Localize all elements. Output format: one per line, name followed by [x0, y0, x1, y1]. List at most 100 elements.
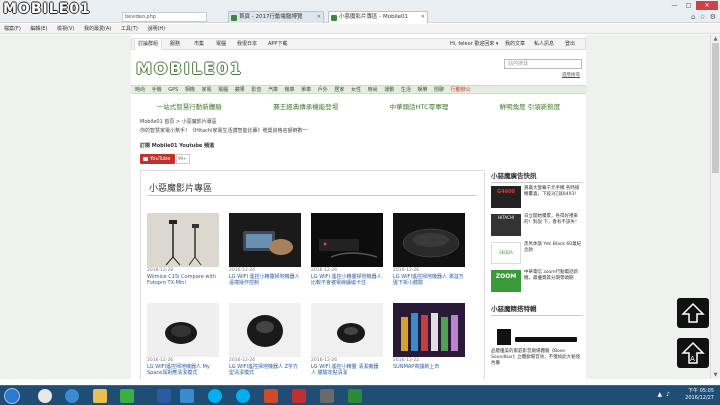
video-title[interactable]: LG WIFI 遙控小精靈掃地機器人 遠端操作控制 [229, 274, 301, 286]
category-item[interactable]: GPS [168, 87, 178, 93]
menu-edit[interactable]: 編輯(E) [30, 26, 47, 32]
site-logo[interactable]: MOBILE01 [136, 59, 243, 78]
maximize-button[interactable]: □ [682, 1, 695, 10]
menu-file[interactable]: 檔案(F) [4, 26, 21, 32]
powerpoint-icon[interactable] [264, 389, 278, 403]
promo-link[interactable]: 鮮明角度 引領新館度 [500, 101, 561, 111]
close-window-button[interactable]: ✕ [696, 1, 718, 10]
scroll-to-top-button[interactable] [677, 298, 709, 328]
ad-item[interactable]: HITACHI 日立開始積累，各得好禮來的！對說 下，香有不該失！ [491, 214, 583, 239]
star-icon[interactable]: ☆ [699, 13, 705, 21]
search-input[interactable]: 站內搜尋 [504, 59, 582, 69]
video-thumbnail[interactable] [229, 213, 301, 267]
notice-text[interactable]: 你的智慧家電小幫手！《Hitachi家電生活讚智能比賽》贈獎資格名額倒數一 [140, 127, 307, 134]
menu-favorites[interactable]: 我的最愛(A) [84, 26, 111, 32]
network-icon[interactable]: ▲ [658, 391, 663, 398]
category-item[interactable]: 時尚 [135, 87, 145, 93]
video-card[interactable]: 2016-12-26 LG WIFI 遙控小精靈掃地機器人 比較不會被電線纏繞卡… [311, 213, 383, 286]
logout-link[interactable]: 登出 [565, 39, 575, 50]
ad-item[interactable]: ŠKODA 黑馬休旅 Yeti Black 60萬紀念款 [491, 242, 583, 267]
live-text[interactable]: 品聽優美的家庭影音劇場體驗《Bose Soundbar》立體劇場音效，不僅如此大… [491, 349, 583, 367]
video-card[interactable]: 2016-12-26 LG WIFI遙控掃地機器人 My Space與對應清潔模… [147, 303, 219, 376]
topnav-market[interactable]: 市集 [194, 39, 204, 50]
start-button[interactable] [4, 388, 20, 404]
category-item[interactable]: 蘋果 [235, 87, 245, 93]
tab-home[interactable]: 首頁 - 2017行動電腦博覽 ✕ [228, 11, 324, 23]
category-item[interactable]: 相機 [185, 87, 195, 93]
category-item[interactable]: 居家 [334, 87, 344, 93]
ad-text[interactable]: 中華電信 zoom行動電話新機，最優資質分期零頭期 [524, 270, 582, 282]
ad-thumbnail[interactable]: ZOOM [491, 270, 521, 292]
category-item[interactable]: 手機 [152, 87, 162, 93]
category-item[interactable]: 單車 [301, 87, 311, 93]
ie-icon[interactable] [65, 389, 79, 403]
category-item[interactable]: 生活 [401, 87, 411, 93]
video-card[interactable]: 2016-12-26 LG WIFI遙控掃地機器人 滿溢方盤下拆小體驗 [393, 213, 465, 286]
video-card[interactable]: 2016-12-28 Wiimice C15i Compare with Fot… [147, 213, 219, 286]
video-title[interactable]: LG WIFI 遙控小精靈掃地機器人 比較不會被電線纏繞卡住 [311, 274, 383, 286]
ad-item[interactable]: ZOOM 中華電信 zoom行動電話新機，最優資質分期零頭期 [491, 270, 583, 295]
category-item[interactable]: 運動 [384, 87, 394, 93]
video-title[interactable]: SUNMAP商議新上市 [393, 364, 465, 370]
chrome-icon[interactable] [38, 389, 52, 403]
promo-link[interactable]: 賽王經典傳承機能登場 [273, 101, 338, 111]
video-thumbnail[interactable] [147, 213, 219, 267]
close-icon[interactable]: ✕ [421, 12, 425, 23]
video-thumbnail[interactable] [393, 303, 465, 357]
video-card[interactable]: 2016-12-26 LG WIFI 遙控小精靈 清潔機器人 體驗定點清潔 [311, 303, 383, 376]
close-icon[interactable]: ✕ [317, 12, 321, 23]
menu-tools[interactable]: 工具(T) [121, 26, 138, 32]
clock[interactable]: 下午 05:05 2016/12/27 [685, 388, 714, 402]
video-card[interactable]: 2016-12-26 LG WIFI 遙控小精靈掃地機器人 遠端操作控制 [229, 213, 301, 286]
app-icon[interactable] [180, 389, 194, 403]
breadcrumb[interactable]: Mobile01 首頁 > 小惡魔影片專區 [140, 118, 217, 125]
vertical-scrollbar[interactable]: ▲ ▼ [710, 35, 720, 379]
category-item[interactable]: 戶外 [318, 87, 328, 93]
video-title[interactable]: LG WIFI 遙控小精靈 清潔機器人 體驗定點清潔 [311, 364, 383, 376]
category-item[interactable]: 電腦 [218, 87, 228, 93]
scroll-down-icon[interactable]: ▼ [712, 372, 719, 378]
ad-text[interactable]: 黑馬休旅 Yeti Black 60萬紀念款 [524, 242, 582, 254]
menu-help[interactable]: 說明(H) [147, 26, 165, 32]
pdf-icon[interactable] [292, 389, 306, 403]
video-thumbnail[interactable] [311, 303, 383, 357]
video-thumbnail[interactable] [311, 213, 383, 267]
category-item[interactable]: 機車 [285, 87, 295, 93]
gear-icon[interactable]: ⚙ [710, 13, 716, 21]
ad-item[interactable]: G4600 買最大螢幕千元手機 各時搶機驚喜，下殺3亿就8493！ [491, 186, 583, 211]
my-posts-link[interactable]: 我的文章 [505, 39, 525, 50]
home-icon[interactable]: ⌂ [691, 13, 695, 21]
video-title[interactable]: LG WIFI遙控掃地機器人 Z字方型清潔模式 [229, 364, 301, 376]
topnav-forums[interactable]: 討論群組 [134, 39, 163, 50]
video-card[interactable]: 2016-12-22 SUNMAP商議新上市 [393, 303, 465, 370]
line-icon[interactable] [120, 389, 134, 403]
video-card[interactable]: 2016-12-26 LG WIFI遙控掃地機器人 Z字方型清潔模式 [229, 303, 301, 376]
scrollbar-thumb[interactable] [712, 43, 719, 173]
category-item[interactable]: 汽車 [268, 87, 278, 93]
menu-view[interactable]: 檢視(V) [57, 26, 74, 32]
private-messages-link[interactable]: 私人訊息 [534, 39, 554, 50]
scroll-up-icon[interactable]: ▲ [712, 36, 719, 42]
promo-link[interactable]: 一站式智慧行動新體驗 [157, 101, 222, 111]
ad-thumbnail[interactable]: HITACHI [491, 214, 521, 236]
user-greeting[interactable]: Hi, feleor 歡迎回來 ▾ [450, 39, 498, 50]
video-thumbnail[interactable] [229, 303, 301, 357]
video-title[interactable]: Wiimice C15i Compare with Fotopro TX-Min… [147, 274, 219, 286]
category-item[interactable]: 影音 [251, 87, 261, 93]
category-item[interactable]: 閒聊 [434, 87, 444, 93]
promo-link[interactable]: 中華頭話HTC零軍理 [390, 101, 449, 111]
topnav-japan[interactable]: 我很日本 [237, 39, 257, 50]
ad-text[interactable]: 買最大螢幕千元手機 各時搶機驚喜，下殺3亿就8493！ [524, 186, 582, 198]
video-title[interactable]: LG WIFI遙控掃地機器人 滿溢方盤下拆小體驗 [393, 274, 465, 286]
topnav-services[interactable]: 服務 [170, 39, 180, 50]
word-icon[interactable] [157, 389, 171, 403]
video-thumbnail[interactable] [393, 213, 465, 267]
volume-icon[interactable]: ♪ [666, 391, 670, 398]
ad-thumbnail[interactable]: G4600 [491, 186, 521, 208]
live-thumbnail[interactable] [491, 319, 583, 347]
app-icon[interactable] [320, 389, 334, 403]
category-item[interactable]: 女性 [351, 87, 361, 93]
youtube-subscribe-button[interactable]: YouTube [140, 154, 175, 164]
minimize-button[interactable]: — [668, 1, 681, 10]
category-item[interactable]: 娛樂 [417, 87, 427, 93]
